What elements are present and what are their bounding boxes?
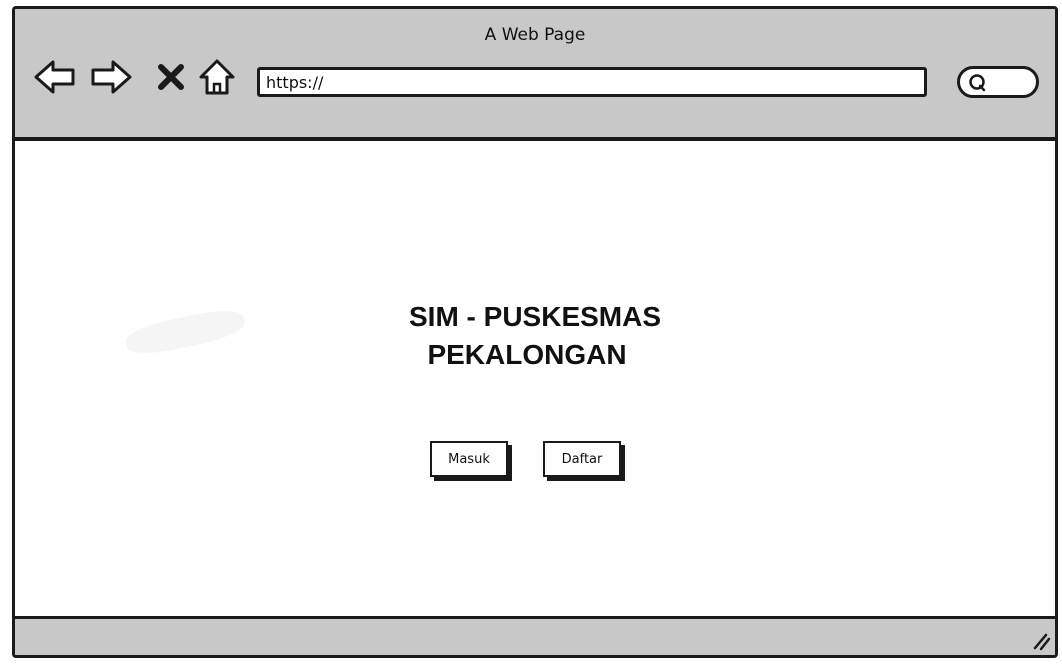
back-arrow-icon[interactable] [33,55,77,99]
address-bar-value: https:// [266,73,324,92]
search-input[interactable] [957,66,1039,98]
window-title: A Web Page [484,25,586,45]
page-content: SIM - PUSKESMAS PEKALONGAN Masuk Daftar [15,141,1055,621]
login-button[interactable]: Masuk [430,441,508,477]
page-title-line-2: PEKALONGAN [427,339,627,370]
background-smudge [123,304,247,360]
page-title-line-1: SIM - PUSKESMAS [408,301,662,332]
address-bar[interactable]: https:// [257,67,927,97]
browser-toolbar: A Web Page https:// [15,9,1055,141]
search-icon [968,73,988,98]
resize-grip-icon[interactable] [1029,629,1051,651]
register-button[interactable]: Daftar [543,441,621,477]
browser-window: A Web Page https:// SIM - PUSKESMAS PEKA… [12,6,1058,658]
close-icon[interactable] [149,55,193,99]
status-bar [15,616,1055,655]
forward-arrow-icon[interactable] [89,55,133,99]
home-icon[interactable] [195,55,239,99]
